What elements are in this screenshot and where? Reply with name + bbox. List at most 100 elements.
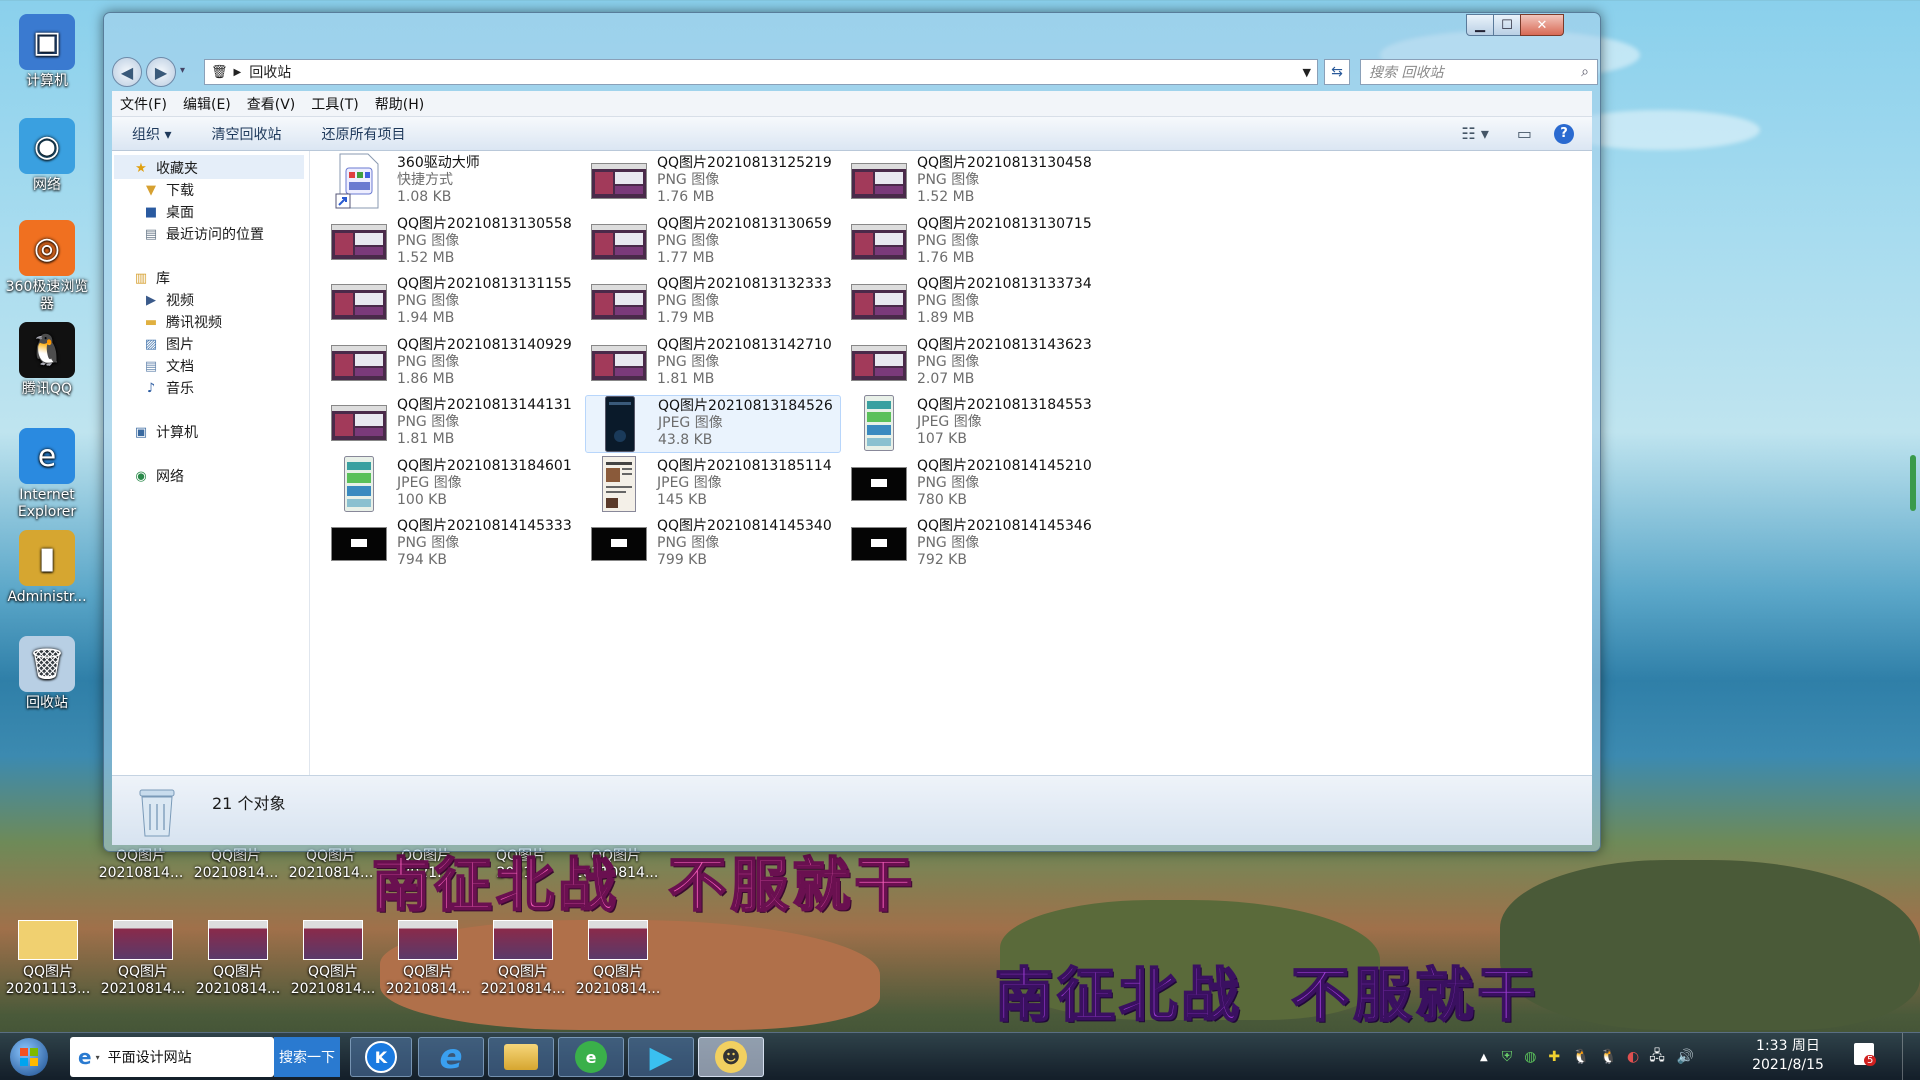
desktop-icon-360-browser[interactable]: ◎ 360极速浏览器: [2, 220, 92, 313]
nav-favorites[interactable]: ★ 收藏夹: [132, 157, 198, 179]
minimize-button[interactable]: ▁: [1466, 14, 1494, 36]
nav-pictures[interactable]: ▨ 图片: [142, 333, 194, 355]
file-item[interactable]: QQ图片20210813130715 PNG 图像 1.76 MB: [845, 214, 1101, 272]
file-item[interactable]: QQ图片20210813130458 PNG 图像 1.52 MB: [845, 153, 1101, 211]
volume-icon[interactable]: 🔊: [1677, 1049, 1694, 1065]
desktop-file-icon[interactable]: QQ图片 20201113...: [2, 920, 94, 998]
file-item[interactable]: QQ图片20210813185114 JPEG 图像 145 KB: [585, 455, 841, 514]
desktop-icon-user-folder[interactable]: ▮ Administr...: [2, 530, 92, 606]
help-icon[interactable]: ?: [1554, 123, 1574, 144]
desktop-icon-qq-penguin[interactable]: 🐧 腾讯QQ: [2, 322, 92, 398]
desktop-file-icon[interactable]: QQ图片 20210814...: [192, 920, 284, 998]
back-button[interactable]: ◀: [112, 57, 142, 87]
desktop-file-icon[interactable]: QQ图片 20210814...: [382, 920, 474, 998]
nav-tencent-video[interactable]: ▬ 腾讯视频: [142, 311, 222, 333]
desktop-file-icon[interactable]: QQ图片 20210814...: [97, 920, 189, 998]
forward-button[interactable]: ▶: [146, 57, 176, 87]
nav-network[interactable]: ◉ 网络: [132, 465, 184, 487]
organize-button[interactable]: 组织 ▾: [112, 124, 191, 144]
taskbar-video-player-button[interactable]: ▶: [628, 1037, 694, 1077]
desktop-file-icon[interactable]: QQ图片 20210814...: [285, 848, 377, 882]
file-item[interactable]: QQ图片20210813125219 PNG 图像 1.76 MB: [585, 153, 841, 211]
breadcrumb-recycle-bin[interactable]: 回收站: [249, 62, 291, 82]
desktop-file-icon[interactable]: QQ图片 20210814...: [287, 920, 379, 998]
menu-item[interactable]: 工具(T): [303, 94, 366, 114]
clock[interactable]: 1:33 周日 2021/8/15: [1740, 1037, 1836, 1075]
taskbar-image-viewer-button[interactable]: ☻: [698, 1037, 764, 1077]
menu-item[interactable]: 编辑(E): [175, 94, 239, 114]
file-item[interactable]: QQ图片20210813143623 PNG 图像 2.07 MB: [845, 335, 1101, 393]
view-options-icon[interactable]: ☷ ▾: [1461, 124, 1488, 143]
file-item[interactable]: QQ图片20210813184526 JPEG 图像 43.8 KB: [585, 395, 841, 453]
action-center-button[interactable]: 5: [1852, 1041, 1880, 1071]
start-button[interactable]: [4, 1037, 54, 1077]
desktop-icon-computer[interactable]: ▣ 计算机: [2, 14, 92, 90]
file-item[interactable]: QQ图片20210813133734 PNG 图像 1.89 MB: [845, 274, 1101, 332]
preview-pane-icon[interactable]: ▭: [1517, 124, 1532, 143]
network-tray-icon[interactable]: 🖧: [1649, 1045, 1665, 1069]
taskbar-kugou-button[interactable]: K: [350, 1037, 412, 1077]
restore-all-button[interactable]: 还原所有项目: [301, 124, 425, 144]
side-gadget-handle[interactable]: [1910, 455, 1916, 511]
file-item[interactable]: QQ图片20210814145346 PNG 图像 792 KB: [845, 516, 1101, 574]
recent-pages-dropdown[interactable]: ▾: [180, 65, 185, 76]
show-hidden-icons[interactable]: ▲: [1480, 1052, 1488, 1063]
plus-tray-icon[interactable]: ✚: [1548, 1049, 1560, 1065]
ie-search-widget[interactable]: e ▾ 平面设计网站: [70, 1037, 274, 1077]
nav-music[interactable]: ♪ 音乐: [142, 377, 194, 399]
file-item[interactable]: QQ图片20210813132333 PNG 图像 1.79 MB: [585, 274, 841, 332]
file-item[interactable]: 360驱动大师 快捷方式 1.08 KB: [325, 153, 581, 211]
show-desktop-button[interactable]: [1902, 1033, 1920, 1080]
menu-item[interactable]: 帮助(H): [367, 94, 432, 114]
ie-search-text[interactable]: 平面设计网站: [108, 1047, 192, 1067]
address-dropdown-icon[interactable]: ▼: [1303, 66, 1311, 79]
qq-tray-icon[interactable]: 🐧: [1572, 1049, 1589, 1065]
nav-downloads[interactable]: ▼ 下载: [142, 179, 194, 201]
file-item[interactable]: QQ图片20210814145210 PNG 图像 780 KB: [845, 456, 1101, 514]
desktop-file-icon[interactable]: QQ图片 20210814...: [477, 920, 569, 998]
file-item[interactable]: QQ图片20210813144131 PNG 图像 1.81 MB: [325, 395, 581, 453]
desktop-file-icon[interactable]: QQ图片 20210814...: [190, 848, 282, 882]
empty-recycle-bin-button[interactable]: 清空回收站: [191, 124, 301, 144]
nav-documents[interactable]: ▤ 文档: [142, 355, 194, 377]
search-go-button[interactable]: 搜索一下: [274, 1037, 340, 1077]
file-item[interactable]: QQ图片20210813184601 JPEG 图像 100 KB: [325, 455, 581, 514]
refresh-button[interactable]: ⇆: [1324, 59, 1350, 85]
menu-item[interactable]: 文件(F): [112, 94, 175, 114]
desktop-icon-network-globe[interactable]: ◉ 网络: [2, 118, 92, 194]
taskbar-360-button[interactable]: e: [558, 1037, 624, 1077]
nav-recent-places[interactable]: ▤ 最近访问的位置: [142, 223, 264, 245]
address-bar[interactable]: 🗑 ▶ 回收站 ▼: [204, 59, 1318, 85]
qq-tray-icon-2[interactable]: 🐧: [1600, 1049, 1617, 1065]
file-item[interactable]: QQ图片20210813140929 PNG 图像 1.86 MB: [325, 335, 581, 393]
close-button[interactable]: ✕: [1520, 14, 1564, 36]
file-type: PNG 图像: [917, 353, 980, 370]
desktop-icon-ie[interactable]: e Internet Explorer: [2, 428, 92, 521]
search-icon[interactable]: ⌕: [1581, 64, 1589, 80]
menu-item[interactable]: 查看(V): [239, 94, 304, 114]
nav-desktop[interactable]: ■ 桌面: [142, 201, 194, 223]
taskbar-ie-button[interactable]: e: [418, 1037, 484, 1077]
maximize-button[interactable]: ☐: [1493, 14, 1521, 36]
explorer-window: ▁ ☐ ✕ ◀ ▶ ▾ 🗑 ▶ 回收站 ▼ ⇆ 搜索 回收站 ⌕ 文件(F) 编辑…: [103, 12, 1601, 852]
desktop-file-icon[interactable]: QQ图片 20210814...: [572, 920, 664, 998]
nav-computer[interactable]: ▣ 计算机: [132, 421, 198, 443]
title-bar[interactable]: ▁ ☐ ✕: [104, 13, 1600, 53]
file-item[interactable]: QQ图片20210813184553 JPEG 图像 107 KB: [845, 395, 1101, 453]
file-item[interactable]: QQ图片20210814145340 PNG 图像 799 KB: [585, 516, 841, 574]
file-item[interactable]: QQ图片20210813142710 PNG 图像 1.81 MB: [585, 335, 841, 393]
taskbar-explorer-button[interactable]: [488, 1037, 554, 1077]
desktop-icon-recycle-bin[interactable]: 🗑 回收站: [2, 636, 92, 712]
nav-libraries[interactable]: ▥ 库: [132, 267, 170, 289]
security-shield-icon[interactable]: ⛨: [1502, 1049, 1513, 1065]
file-item[interactable]: QQ图片20210814145333 PNG 图像 794 KB: [325, 516, 581, 574]
search-box[interactable]: 搜索 回收站 ⌕: [1360, 59, 1598, 85]
file-item[interactable]: QQ图片20210813130558 PNG 图像 1.52 MB: [325, 214, 581, 272]
nav-videos[interactable]: ▶ 视频: [142, 289, 194, 311]
breadcrumb-separator-icon[interactable]: ▶: [234, 67, 242, 78]
360-tray-icon[interactable]: ◍: [1524, 1049, 1536, 1065]
file-item[interactable]: QQ图片20210813131155 PNG 图像 1.94 MB: [325, 274, 581, 332]
app-tray-icon[interactable]: ◐: [1627, 1049, 1639, 1065]
file-item[interactable]: QQ图片20210813130659 PNG 图像 1.77 MB: [585, 214, 841, 272]
desktop-file-icon[interactable]: QQ图片 20210814...: [95, 848, 187, 882]
